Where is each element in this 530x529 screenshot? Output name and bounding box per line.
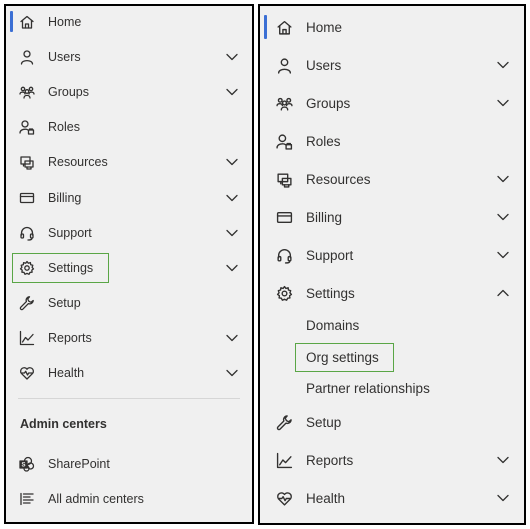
chevron-down-icon[interactable]	[496, 453, 510, 467]
roles-icon	[274, 131, 294, 151]
chevron-down-icon[interactable]	[496, 58, 510, 72]
nav-item-roles[interactable]: Roles	[260, 122, 524, 160]
person-icon	[274, 55, 294, 75]
heart-pulse-icon	[18, 364, 36, 382]
chevron-down-icon[interactable]	[225, 226, 239, 240]
roles-icon	[18, 118, 36, 136]
highlight-box	[295, 343, 394, 372]
headset-icon	[274, 245, 294, 265]
nav-item-reports[interactable]: Reports	[6, 320, 252, 355]
nav-item-label: Resources	[306, 171, 371, 187]
group-icon	[18, 83, 36, 101]
nav-item-billing[interactable]: Billing	[6, 180, 252, 215]
person-icon	[18, 48, 36, 66]
nav-item-settings[interactable]: Settings	[260, 274, 524, 312]
nav-item-health[interactable]: Health	[6, 355, 252, 390]
nav-item-support[interactable]: Support	[6, 215, 252, 250]
nav-item-label: Billing	[48, 190, 82, 205]
nav-item-roles[interactable]: Roles	[6, 109, 252, 144]
nav-item-label: Billing	[306, 209, 343, 225]
nav-item-resources[interactable]: Resources	[260, 160, 524, 198]
nav-item-reports[interactable]: Reports	[260, 441, 524, 479]
nav-item-setup[interactable]: Setup	[260, 403, 524, 441]
wrench-icon	[18, 294, 36, 312]
chevron-down-icon[interactable]	[496, 172, 510, 186]
billing-card-icon	[18, 189, 36, 207]
settings-subitem-partner-relationships[interactable]: Partner relationships	[260, 372, 524, 404]
list-icon	[18, 490, 36, 508]
chevron-down-icon[interactable]	[225, 261, 239, 275]
chevron-down-icon[interactable]	[496, 491, 510, 505]
chevron-down-icon[interactable]	[225, 366, 239, 380]
nav-item-groups[interactable]: Groups	[6, 74, 252, 109]
active-indicator	[264, 15, 267, 39]
home-icon	[274, 17, 294, 37]
nav-item-label: Users	[306, 57, 342, 73]
chevron-down-icon[interactable]	[225, 50, 239, 64]
nav-item-sharepoint[interactable]: S SharePoint	[6, 447, 252, 481]
nav-item-all-admin-centers[interactable]: All admin centers	[6, 482, 252, 516]
left-nav-panel: Home Users Groups Roles Resources Billing Supp…	[4, 4, 254, 524]
nav-item-label: Setup	[306, 414, 342, 430]
nav-item-resources[interactable]: Resources	[6, 144, 252, 179]
nav-item-label: Domains	[306, 317, 360, 333]
nav-item-health[interactable]: Health	[260, 479, 524, 517]
divider	[18, 398, 240, 399]
chart-line-icon	[18, 329, 36, 347]
admin-centers-heading: Admin centers	[20, 417, 107, 431]
chevron-down-icon[interactable]	[225, 155, 239, 169]
nav-item-home[interactable]: Home	[6, 6, 252, 39]
chevron-up-icon[interactable]	[496, 286, 510, 300]
nav-item-support[interactable]: Support	[260, 236, 524, 274]
right-nav-panel: Home Users Groups Roles Resources Billing Supp…	[258, 4, 526, 525]
nav-item-label: Reports	[48, 330, 92, 345]
gear-icon	[274, 283, 294, 303]
nav-item-groups[interactable]: Groups	[260, 84, 524, 122]
active-indicator	[10, 11, 13, 32]
nav-item-label: Partner relationships	[306, 380, 430, 396]
nav-item-label: All admin centers	[48, 492, 144, 506]
headset-icon	[18, 224, 36, 242]
chevron-down-icon[interactable]	[225, 331, 239, 345]
nav-item-label: Resources	[48, 154, 108, 169]
nav-item-label: Setup	[48, 295, 81, 310]
chevron-down-icon[interactable]	[496, 96, 510, 110]
nav-item-label: Roles	[48, 119, 80, 134]
nav-item-home[interactable]: Home	[260, 8, 524, 46]
svg-text:S: S	[21, 463, 25, 469]
heart-pulse-icon	[274, 488, 294, 508]
nav-item-label: Support	[48, 225, 92, 240]
nav-item-label: Reports	[306, 452, 354, 468]
resources-icon	[274, 169, 294, 189]
wrench-icon	[274, 412, 294, 432]
nav-item-users[interactable]: Users	[6, 39, 252, 74]
highlight-box	[12, 253, 109, 283]
nav-item-billing[interactable]: Billing	[260, 198, 524, 236]
nav-item-label: Home	[48, 14, 82, 29]
resources-icon	[18, 153, 36, 171]
nav-item-label: Health	[306, 490, 346, 506]
nav-item-label: Home	[306, 19, 343, 35]
group-icon	[274, 93, 294, 113]
nav-item-users[interactable]: Users	[260, 46, 524, 84]
chevron-down-icon[interactable]	[225, 191, 239, 205]
sharepoint-icon: S	[18, 455, 36, 473]
nav-item-label: Support	[306, 247, 354, 263]
chevron-down-icon[interactable]	[496, 210, 510, 224]
home-icon	[18, 13, 36, 31]
chevron-down-icon[interactable]	[496, 248, 510, 262]
nav-item-label: Roles	[306, 133, 341, 149]
nav-item-label: Users	[48, 49, 81, 64]
billing-card-icon	[274, 207, 294, 227]
nav-item-label: Groups	[306, 95, 351, 111]
chevron-down-icon[interactable]	[225, 85, 239, 99]
nav-item-label: SharePoint	[48, 457, 110, 471]
settings-subitem-domains[interactable]: Domains	[260, 309, 524, 341]
nav-item-label: Groups	[48, 84, 89, 99]
nav-item-label: Settings	[306, 285, 355, 301]
chart-line-icon	[274, 450, 294, 470]
nav-item-setup[interactable]: Setup	[6, 285, 252, 320]
nav-item-label: Health	[48, 365, 85, 380]
